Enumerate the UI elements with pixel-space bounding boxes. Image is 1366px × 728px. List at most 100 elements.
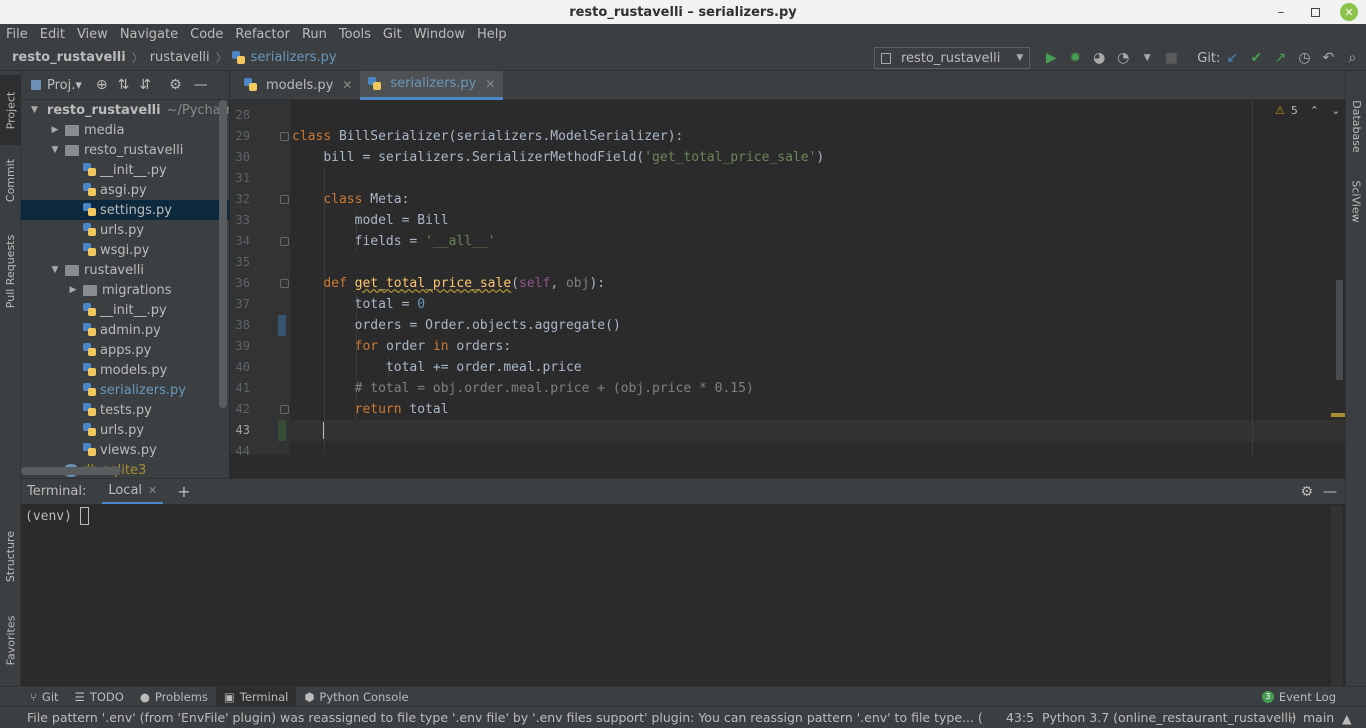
more-run-chevron-icon[interactable]: ▼ (1138, 49, 1156, 67)
editor-scrollbar[interactable] (1336, 280, 1343, 380)
code-line[interactable]: model = Bill (292, 210, 449, 231)
tool-tab-database[interactable]: Database (1346, 91, 1366, 161)
menu-window[interactable]: Window (408, 27, 471, 42)
tool-tab-pull-requests[interactable]: Pull Requests (0, 221, 21, 321)
debug-icon[interactable]: ✹ (1066, 49, 1084, 67)
menu-refactor[interactable]: Refactor (229, 27, 296, 42)
maximize-button[interactable] (1306, 3, 1324, 21)
tree-item[interactable]: ▼resto_rustavelli~/Pycharm (21, 100, 229, 120)
expand-all-icon[interactable]: ⇅ (118, 77, 130, 93)
code-line[interactable]: total = 0 (292, 294, 425, 315)
menu-code[interactable]: Code (184, 27, 229, 42)
tool-tab-favorites[interactable]: Favorites (0, 601, 21, 679)
menu-view[interactable]: View (71, 27, 114, 42)
new-terminal-tab-button[interactable]: + (177, 482, 190, 501)
code-line[interactable]: class BillSerializer(serializers.ModelSe… (292, 126, 683, 147)
close-tab-icon[interactable]: ✕ (485, 77, 495, 91)
git-commit-icon[interactable]: ✔ (1247, 49, 1265, 67)
caret-position[interactable]: 43:5 (1006, 710, 1034, 725)
project-view-selector[interactable]: Proj.▾ (47, 78, 82, 93)
code-line[interactable]: total += order.meal.price (292, 357, 582, 378)
tree-item[interactable]: views.py (21, 440, 229, 460)
previous-highlight-icon[interactable]: ⌃ (1310, 104, 1319, 117)
menu-navigate[interactable]: Navigate (114, 27, 184, 42)
tree-scrollbar[interactable] (219, 100, 227, 408)
hide-panel-icon[interactable]: — (194, 77, 208, 93)
chevron-right-icon[interactable]: ▶ (49, 125, 61, 135)
tool-tab-commit[interactable]: Commit (0, 149, 21, 211)
code-line[interactable]: return total (292, 399, 449, 420)
hide-panel-icon[interactable]: — (1323, 484, 1337, 500)
code-line[interactable]: class Meta: (292, 189, 409, 210)
chevron-right-icon[interactable]: ▶ (67, 285, 79, 295)
fold-marker-icon[interactable] (280, 132, 289, 141)
breadcrumb-project[interactable]: resto_rustavelli (10, 50, 128, 65)
tab-serializers-py[interactable]: serializers.py ✕ (360, 70, 504, 100)
tree-item[interactable]: ▼ rustavelli (21, 260, 229, 280)
tool-tab-structure[interactable]: Structure (0, 521, 21, 591)
fold-marker-icon[interactable] (280, 195, 289, 204)
close-tab-icon[interactable]: ✕ (148, 484, 157, 497)
breadcrumb-file[interactable]: serializers.py (249, 50, 339, 65)
chevron-down-icon[interactable]: ▼ (49, 145, 61, 155)
tree-item[interactable]: asgi.py (21, 180, 229, 200)
code-line[interactable]: # total = obj.order.meal.price + (obj.pr… (292, 378, 754, 399)
code-line[interactable]: for order in orders: (292, 336, 512, 357)
menu-help[interactable]: Help (471, 27, 513, 42)
tool-tab-problems[interactable]: ● Problems (132, 687, 216, 707)
tree-item[interactable]: ▶ migrations (21, 280, 229, 300)
gear-icon[interactable]: ⚙ (169, 77, 182, 93)
tree-item[interactable]: settings.py (21, 200, 229, 220)
tree-horizontal-scrollbar[interactable] (21, 467, 121, 475)
tool-tab-sciview[interactable]: SciView (1346, 171, 1366, 231)
status-message[interactable]: File pattern '.env' (from 'EnvFile' plug… (27, 710, 982, 725)
minimize-button[interactable]: – (1272, 3, 1290, 21)
menu-git[interactable]: Git (377, 27, 408, 42)
search-everywhere-icon[interactable]: ⌕ (1343, 49, 1361, 67)
close-window-button[interactable]: ✕ (1340, 3, 1358, 21)
gear-icon[interactable]: ⚙ (1300, 484, 1313, 500)
fold-marker-icon[interactable] (280, 405, 289, 414)
run-icon[interactable]: ▶ (1042, 49, 1060, 67)
collapse-all-icon[interactable]: ⇵ (139, 77, 151, 93)
profile-icon[interactable]: ◔ (1114, 49, 1132, 67)
tool-tab-todo[interactable]: ☰ TODO (67, 687, 132, 707)
fold-marker-icon[interactable] (280, 279, 289, 288)
tree-item[interactable]: apps.py (21, 340, 229, 360)
code-line[interactable]: def get_total_price_sale(self, obj): (292, 273, 605, 294)
code-editor[interactable]: class BillSerializer(serializers.ModelSe… (290, 100, 1345, 454)
git-branch[interactable]: main (1303, 710, 1334, 725)
tool-tab-terminal[interactable]: ▣ Terminal (215, 686, 297, 707)
inspection-widget[interactable]: ⚠ 5 ⌃ ⌄ (1275, 104, 1340, 117)
chevron-down-icon[interactable]: ▼ (31, 105, 38, 115)
tree-item[interactable]: admin.py (21, 320, 229, 340)
error-stripe-mark[interactable] (1331, 413, 1345, 417)
close-tab-icon[interactable]: ✕ (342, 78, 352, 92)
terminal-tab-local[interactable]: Local ✕ (102, 479, 164, 505)
terminal-scrollbar[interactable] (1331, 506, 1343, 686)
chevron-down-icon[interactable]: ▼ (49, 265, 61, 275)
git-update-icon[interactable]: ↙ (1223, 49, 1241, 67)
lock-icon[interactable]: ▲ (1342, 711, 1352, 726)
tree-item[interactable]: __init__.py (21, 160, 229, 180)
menu-edit[interactable]: Edit (34, 27, 71, 42)
code-line[interactable]: bill = serializers.SerializerMethodField… (292, 147, 824, 168)
locate-file-icon[interactable]: ⊕ (96, 77, 108, 93)
coverage-icon[interactable]: ◕ (1090, 49, 1108, 67)
terminal-output[interactable]: (venv) (21, 504, 1345, 686)
history-icon[interactable]: ◷ (1295, 49, 1313, 67)
tree-item[interactable]: models.py (21, 360, 229, 380)
run-config-selector[interactable]: resto_rustavelli ▼ (874, 47, 1031, 69)
tab-models-py[interactable]: models.py ✕ (236, 71, 360, 100)
next-highlight-icon[interactable]: ⌄ (1331, 104, 1340, 117)
tree-item[interactable]: urls.py (21, 220, 229, 240)
rollback-icon[interactable]: ↶ (1319, 49, 1337, 67)
code-line[interactable]: fields = '__all__' (292, 231, 496, 252)
tree-item[interactable]: tests.py (21, 400, 229, 420)
python-interpreter[interactable]: Python 3.7 (online_restaurant_rustavelli… (1042, 710, 1296, 725)
git-push-icon[interactable]: ↗ (1271, 49, 1289, 67)
tree-item[interactable]: urls.py (21, 420, 229, 440)
menu-tools[interactable]: Tools (333, 27, 377, 42)
breadcrumb-folder[interactable]: rustavelli (148, 50, 212, 65)
tree-item[interactable]: __init__.py (21, 300, 229, 320)
